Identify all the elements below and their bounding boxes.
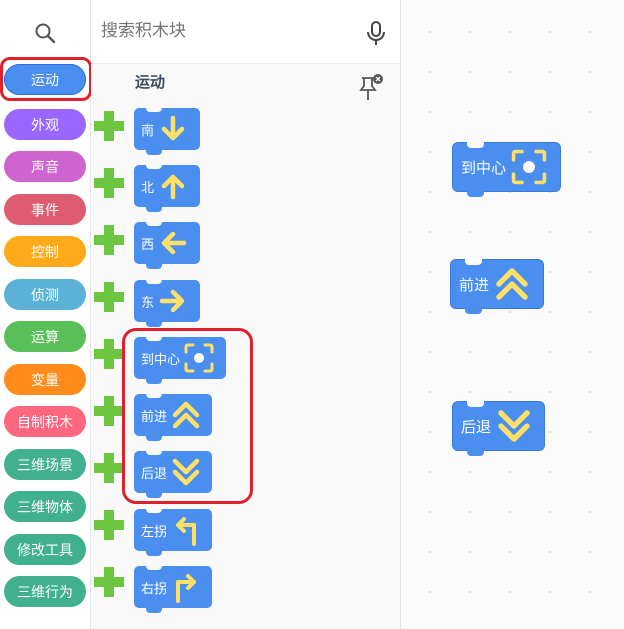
add-icon[interactable] — [92, 223, 126, 257]
double-chevron-up-icon — [172, 401, 200, 429]
block-east[interactable]: 东 — [134, 279, 200, 327]
category-variables[interactable]: 变量 — [4, 364, 86, 395]
add-icon[interactable] — [92, 166, 126, 200]
arrow-right-icon — [159, 289, 185, 313]
category-3d-behavior[interactable]: 三维行为 — [4, 576, 86, 607]
category-sensing[interactable]: 侦测 — [4, 279, 86, 310]
add-icon[interactable] — [92, 280, 126, 314]
block-north[interactable]: 北 — [134, 164, 200, 212]
block-turn-right[interactable]: 右拐 — [134, 565, 212, 613]
workspace-block-backward[interactable]: 后退 — [452, 401, 545, 456]
category-my-blocks[interactable]: 自制积木 — [4, 406, 86, 437]
center-target-icon — [184, 343, 214, 373]
double-chevron-down-icon — [172, 458, 200, 486]
workspace-block-forward[interactable]: 前进 — [450, 259, 544, 314]
flyout-section-title: 运动 — [135, 73, 166, 91]
arrow-down-icon — [161, 115, 185, 141]
block-south[interactable]: 南 — [134, 107, 200, 155]
center-target-icon — [511, 149, 547, 185]
category-column: 运动 外观 声音 事件 控制 侦测 运算 变量 自制积木 三维场景 三维物体 修… — [0, 0, 92, 629]
category-modify-tools[interactable]: 修改工具 — [4, 534, 86, 565]
arrow-left-icon — [161, 231, 187, 255]
workspace[interactable]: 到中心 前进 后退 — [402, 0, 624, 629]
category-3d-object[interactable]: 三维物体 — [4, 491, 86, 522]
double-chevron-down-icon — [498, 410, 530, 442]
category-looks[interactable]: 外观 — [4, 109, 86, 140]
search-icon — [35, 23, 56, 44]
search-button[interactable] — [25, 15, 65, 51]
block-turn-left[interactable]: 左拐 — [134, 508, 212, 556]
workspace-block-to-center[interactable]: 到中心 — [452, 142, 561, 197]
search-bar — [91, 0, 400, 64]
block-west[interactable]: 西 — [134, 221, 200, 269]
pin-icon[interactable] — [358, 72, 384, 104]
category-operators[interactable]: 运算 — [4, 321, 86, 352]
turn-left-icon — [176, 517, 197, 546]
search-input[interactable] — [101, 14, 351, 48]
category-sound[interactable]: 声音 — [4, 151, 86, 182]
add-icon[interactable] — [92, 109, 126, 143]
add-icon[interactable] — [92, 394, 126, 428]
double-chevron-up-icon — [496, 268, 528, 300]
add-icon[interactable] — [92, 337, 126, 371]
add-icon[interactable] — [92, 451, 126, 485]
add-icon[interactable] — [92, 565, 126, 599]
add-icon[interactable] — [92, 508, 126, 542]
microphone-icon[interactable] — [361, 18, 391, 48]
turn-right-icon — [176, 574, 197, 603]
arrow-up-icon — [161, 174, 185, 200]
category-control[interactable]: 控制 — [4, 236, 86, 267]
category-events[interactable]: 事件 — [4, 194, 86, 225]
category-3d-scene[interactable]: 三维场景 — [4, 449, 86, 480]
category-highlight-box — [0, 57, 92, 101]
